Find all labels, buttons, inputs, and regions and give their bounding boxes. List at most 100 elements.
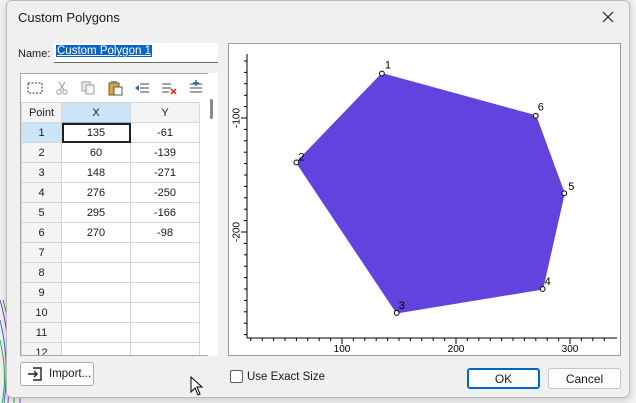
row-header[interactable]: 2 xyxy=(21,142,62,163)
y-tick-label: -200 xyxy=(232,222,243,242)
row-header[interactable]: 9 xyxy=(21,282,62,303)
vertex-label: 3 xyxy=(399,300,405,312)
cell-x[interactable]: 148 xyxy=(61,162,131,183)
cell-x[interactable]: 135 xyxy=(61,122,131,143)
import-icon xyxy=(28,367,42,381)
table-row: 10 xyxy=(21,302,200,323)
row-header[interactable]: 11 xyxy=(21,322,62,343)
grid-toolbar xyxy=(21,74,217,102)
table-row: 3 148 -271 xyxy=(21,162,200,183)
points-grid: Point X Y 1 135 -61 2 60 -139 3 148 -271… xyxy=(20,73,218,356)
copy-button[interactable] xyxy=(78,79,98,97)
dialog-title: Custom Polygons xyxy=(18,10,120,25)
polygon-preview: 100 200 300 -100 -200 1 2 3 4 5 6 xyxy=(228,43,621,356)
row-header[interactable]: 3 xyxy=(21,162,62,183)
name-input-value: Custom Polygon 1 xyxy=(56,45,152,57)
cell-x[interactable]: 60 xyxy=(61,142,131,163)
cut-button[interactable] xyxy=(52,79,72,97)
delete-row-icon xyxy=(162,83,177,95)
use-exact-size-option: Use Exact Size xyxy=(230,370,325,383)
row-header[interactable]: 7 xyxy=(21,242,62,263)
table-row: 12 xyxy=(21,342,200,355)
x-tick-label: 200 xyxy=(448,344,465,355)
table-row: 9 xyxy=(21,282,200,303)
cell-x[interactable] xyxy=(61,242,131,263)
cell-x[interactable] xyxy=(61,302,131,323)
points-table: Point X Y 1 135 -61 2 60 -139 3 148 -271… xyxy=(21,102,200,355)
ok-button[interactable]: OK xyxy=(467,368,540,389)
table-row: 5 295 -166 xyxy=(21,202,200,223)
cut-icon xyxy=(56,81,68,95)
delete-row-button[interactable] xyxy=(159,79,179,97)
cell-x[interactable] xyxy=(61,322,131,343)
cell-y[interactable] xyxy=(130,302,200,323)
use-exact-size-label[interactable]: Use Exact Size xyxy=(247,371,325,383)
cell-y[interactable] xyxy=(130,342,200,355)
cell-y[interactable] xyxy=(130,322,200,343)
scrollbar-thumb[interactable] xyxy=(210,99,213,119)
use-exact-size-checkbox[interactable] xyxy=(230,370,243,383)
vertex-handle xyxy=(532,112,539,119)
cell-y[interactable]: -250 xyxy=(130,182,200,203)
cell-y[interactable]: -166 xyxy=(130,202,200,223)
cell-x[interactable] xyxy=(61,342,131,355)
select-all-button[interactable] xyxy=(25,79,45,97)
vertex-handle xyxy=(561,190,568,197)
vertex-label: 2 xyxy=(298,151,304,163)
table-row: 6 270 -98 xyxy=(21,222,200,243)
column-header-y[interactable]: Y xyxy=(130,102,200,123)
row-header[interactable]: 10 xyxy=(21,302,62,323)
vertex-handle xyxy=(379,70,385,77)
vertex-label: 6 xyxy=(538,102,544,114)
cell-x[interactable] xyxy=(61,282,131,303)
paste-icon xyxy=(108,81,123,96)
import-button-label: Import... xyxy=(49,368,92,380)
table-row: 4 276 -250 xyxy=(21,182,200,203)
grid-vertical-scrollbar[interactable] xyxy=(208,73,218,356)
cell-y[interactable]: -98 xyxy=(130,222,200,243)
cell-y[interactable] xyxy=(130,262,200,283)
cell-y[interactable]: -139 xyxy=(130,142,200,163)
table-row: 1 135 -61 xyxy=(21,122,200,143)
row-header[interactable]: 6 xyxy=(21,222,62,243)
append-row-button[interactable] xyxy=(186,79,206,97)
cell-x[interactable]: 295 xyxy=(61,202,131,223)
close-icon xyxy=(602,11,614,23)
cell-y[interactable]: -61 xyxy=(130,122,200,143)
cell-x[interactable]: 276 xyxy=(61,182,131,203)
paste-button[interactable] xyxy=(105,79,125,97)
vertex-label: 1 xyxy=(385,60,391,72)
cell-y[interactable] xyxy=(130,242,200,263)
append-row-icon xyxy=(190,80,202,93)
cell-y[interactable]: -271 xyxy=(130,162,200,183)
select-all-icon xyxy=(27,82,43,94)
cell-x[interactable]: 270 xyxy=(61,222,131,243)
row-header[interactable]: 12 xyxy=(21,342,62,355)
insert-row-button[interactable] xyxy=(132,79,152,97)
y-tick-label: -100 xyxy=(232,108,243,128)
column-header-x[interactable]: X xyxy=(61,102,131,123)
table-row: 7 xyxy=(21,242,200,263)
column-header-point[interactable]: Point xyxy=(21,102,62,123)
polygon-shape xyxy=(295,72,565,314)
row-header[interactable]: 8 xyxy=(21,262,62,283)
x-tick-label: 100 xyxy=(334,344,351,355)
mouse-pointer-icon xyxy=(190,376,204,396)
cancel-button[interactable]: Cancel xyxy=(548,368,621,389)
import-button[interactable]: Import... xyxy=(20,362,94,386)
name-input[interactable]: Custom Polygon 1 xyxy=(54,43,218,63)
row-header[interactable]: 4 xyxy=(21,182,62,203)
cell-x[interactable] xyxy=(61,262,131,283)
name-label: Name: xyxy=(18,48,51,60)
cell-y[interactable] xyxy=(130,282,200,303)
close-button[interactable] xyxy=(593,4,623,30)
table-row: 2 60 -139 xyxy=(21,142,200,163)
table-row: 11 xyxy=(21,322,200,343)
copy-icon xyxy=(81,81,95,95)
vertex-label: 4 xyxy=(545,276,551,288)
row-header[interactable]: 1 xyxy=(21,122,62,143)
table-row: 8 xyxy=(21,262,200,283)
polygon-plot: 100 200 300 -100 -200 1 2 3 4 5 6 xyxy=(232,54,617,355)
row-header[interactable]: 5 xyxy=(21,202,62,223)
custom-polygons-dialog: Custom Polygons Name: Custom Polygon 1 P… xyxy=(6,0,630,398)
